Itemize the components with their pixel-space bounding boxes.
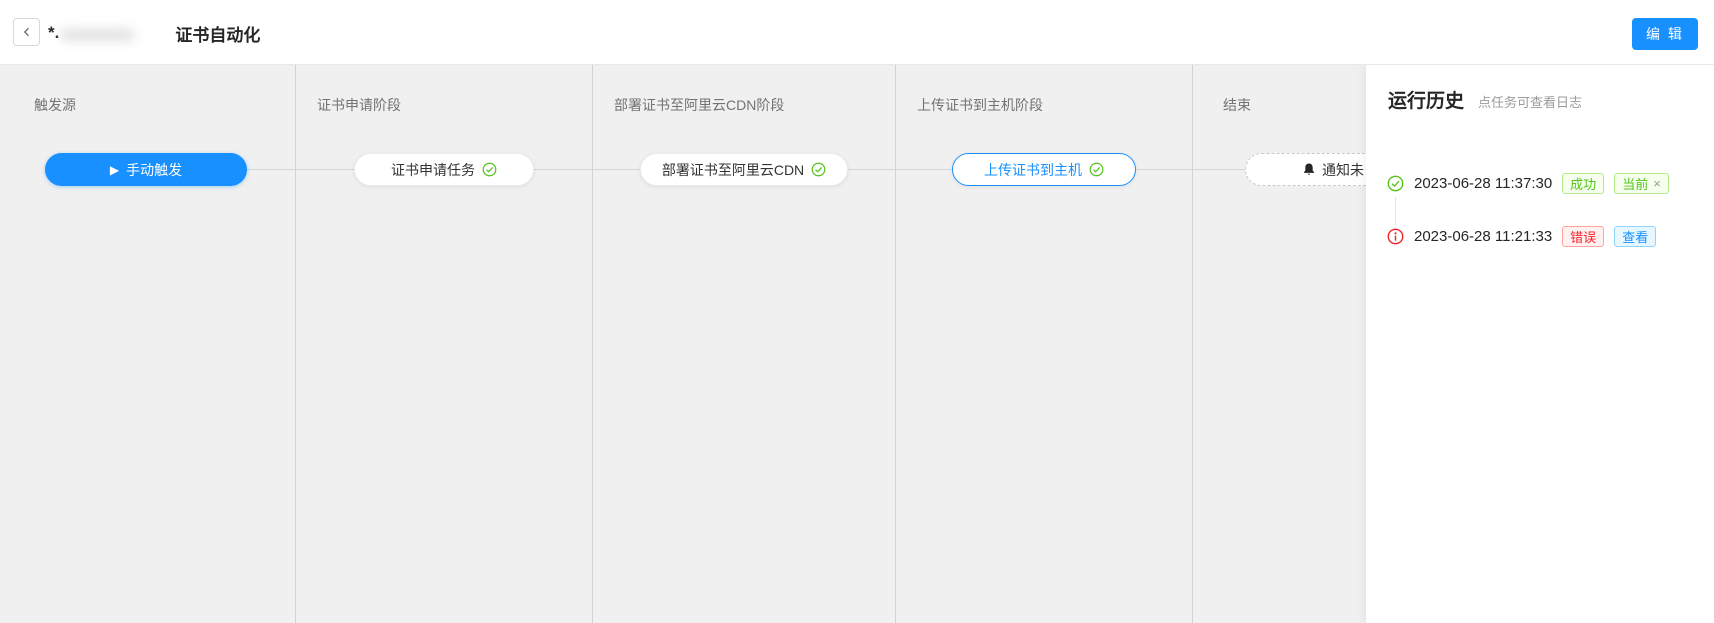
run-history-panel: 运行历史 点任务可查看日志 2023-06-28 11:37:30 成功 当前 … xyxy=(1366,65,1714,623)
edit-button[interactable]: 编 辑 xyxy=(1632,18,1698,50)
history-entry[interactable]: 2023-06-28 11:21:33 错误 查看 xyxy=(1387,226,1656,247)
node-label: 通知未 xyxy=(1322,160,1364,180)
badge-label: 查看 xyxy=(1622,227,1648,246)
check-circle-icon xyxy=(482,162,497,177)
column-upload-host-stage: 上传证书到主机阶段 xyxy=(896,65,1193,623)
page-title-suffix: 证书自动化 xyxy=(175,21,260,46)
column-label: 上传证书到主机阶段 xyxy=(917,95,1043,115)
badge-label: 错误 xyxy=(1570,227,1596,246)
column-trigger-source: 触发源 xyxy=(0,65,296,623)
node-cert-apply-task[interactable]: 证书申请任务 xyxy=(354,153,534,186)
column-label: 触发源 xyxy=(34,95,76,115)
badge-label: 成功 xyxy=(1570,174,1596,193)
column-label: 结束 xyxy=(1223,95,1251,115)
node-label: 手动触发 xyxy=(126,160,182,180)
check-circle-icon xyxy=(811,162,826,177)
bell-icon xyxy=(1302,162,1316,177)
status-badge-success[interactable]: 成功 xyxy=(1562,173,1604,194)
status-badge-error[interactable]: 错误 xyxy=(1562,226,1604,247)
back-button[interactable] xyxy=(13,18,40,46)
node-manual-trigger[interactable]: ▶ 手动触发 xyxy=(45,153,247,186)
current-badge[interactable]: 当前 × xyxy=(1614,173,1669,194)
column-label: 部署证书至阿里云CDN阶段 xyxy=(614,95,784,115)
error-circle-icon xyxy=(1387,228,1404,245)
check-circle-icon xyxy=(1387,175,1404,192)
column-cert-apply-stage: 证书申请阶段 xyxy=(296,65,593,623)
run-history-title: 运行历史 xyxy=(1388,86,1464,113)
check-circle-icon xyxy=(1089,162,1104,177)
node-label: 部署证书至阿里云CDN xyxy=(662,160,804,180)
node-label: 证书申请任务 xyxy=(391,160,475,180)
run-history-header: 运行历史 点任务可查看日志 xyxy=(1388,86,1582,113)
redacted-domain: ■■■■■■■ xyxy=(61,25,173,42)
column-label: 证书申请阶段 xyxy=(317,95,401,115)
page-title-prefix: *. xyxy=(48,23,59,43)
view-log-badge[interactable]: 查看 xyxy=(1614,226,1656,247)
node-deploy-cdn-task[interactable]: 部署证书至阿里云CDN xyxy=(640,153,848,186)
close-icon[interactable]: × xyxy=(1653,176,1661,191)
play-icon: ▶ xyxy=(110,163,119,177)
history-timestamp: 2023-06-28 11:21:33 xyxy=(1414,228,1552,245)
chevron-left-icon xyxy=(21,26,33,38)
run-history-hint: 点任务可查看日志 xyxy=(1478,92,1582,111)
column-deploy-cdn-stage: 部署证书至阿里云CDN阶段 xyxy=(593,65,896,623)
node-label: 上传证书到主机 xyxy=(984,160,1082,180)
history-timestamp: 2023-06-28 11:37:30 xyxy=(1414,175,1552,192)
node-upload-host-task[interactable]: 上传证书到主机 xyxy=(952,153,1136,186)
page-title: *.■■■■■■■证书自动化 xyxy=(48,21,260,45)
history-entry[interactable]: 2023-06-28 11:37:30 成功 当前 × xyxy=(1387,173,1669,194)
timeline-connector xyxy=(1395,197,1396,225)
badge-label: 当前 xyxy=(1622,174,1648,193)
top-bar: *.■■■■■■■证书自动化 编 辑 xyxy=(0,0,1714,65)
